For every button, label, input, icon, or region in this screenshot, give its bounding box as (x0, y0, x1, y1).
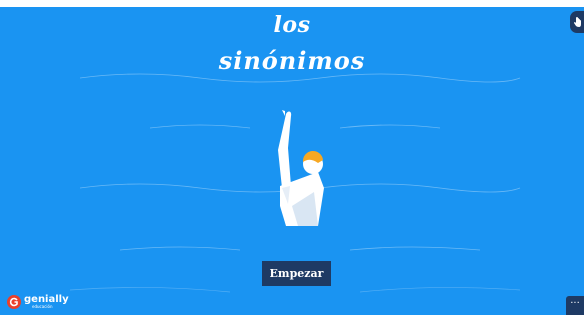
genially-logo[interactable]: genially educación (7, 294, 69, 310)
genially-logo-icon (7, 295, 21, 309)
hand-pointer-icon[interactable] (570, 11, 584, 33)
menu-dots-button[interactable]: ··· (566, 296, 584, 315)
title-line-1: los (273, 12, 311, 38)
slide-canvas: los sinónimos Empezar ··· genially educa… (0, 0, 584, 315)
swimmer-illustration (278, 110, 324, 226)
logo-sub: educación (32, 304, 53, 309)
hand-icon (573, 16, 581, 27)
start-button[interactable]: Empezar (262, 261, 331, 286)
logo-text: genially educación (24, 295, 69, 309)
title-line-2: sinónimos (218, 46, 366, 75)
